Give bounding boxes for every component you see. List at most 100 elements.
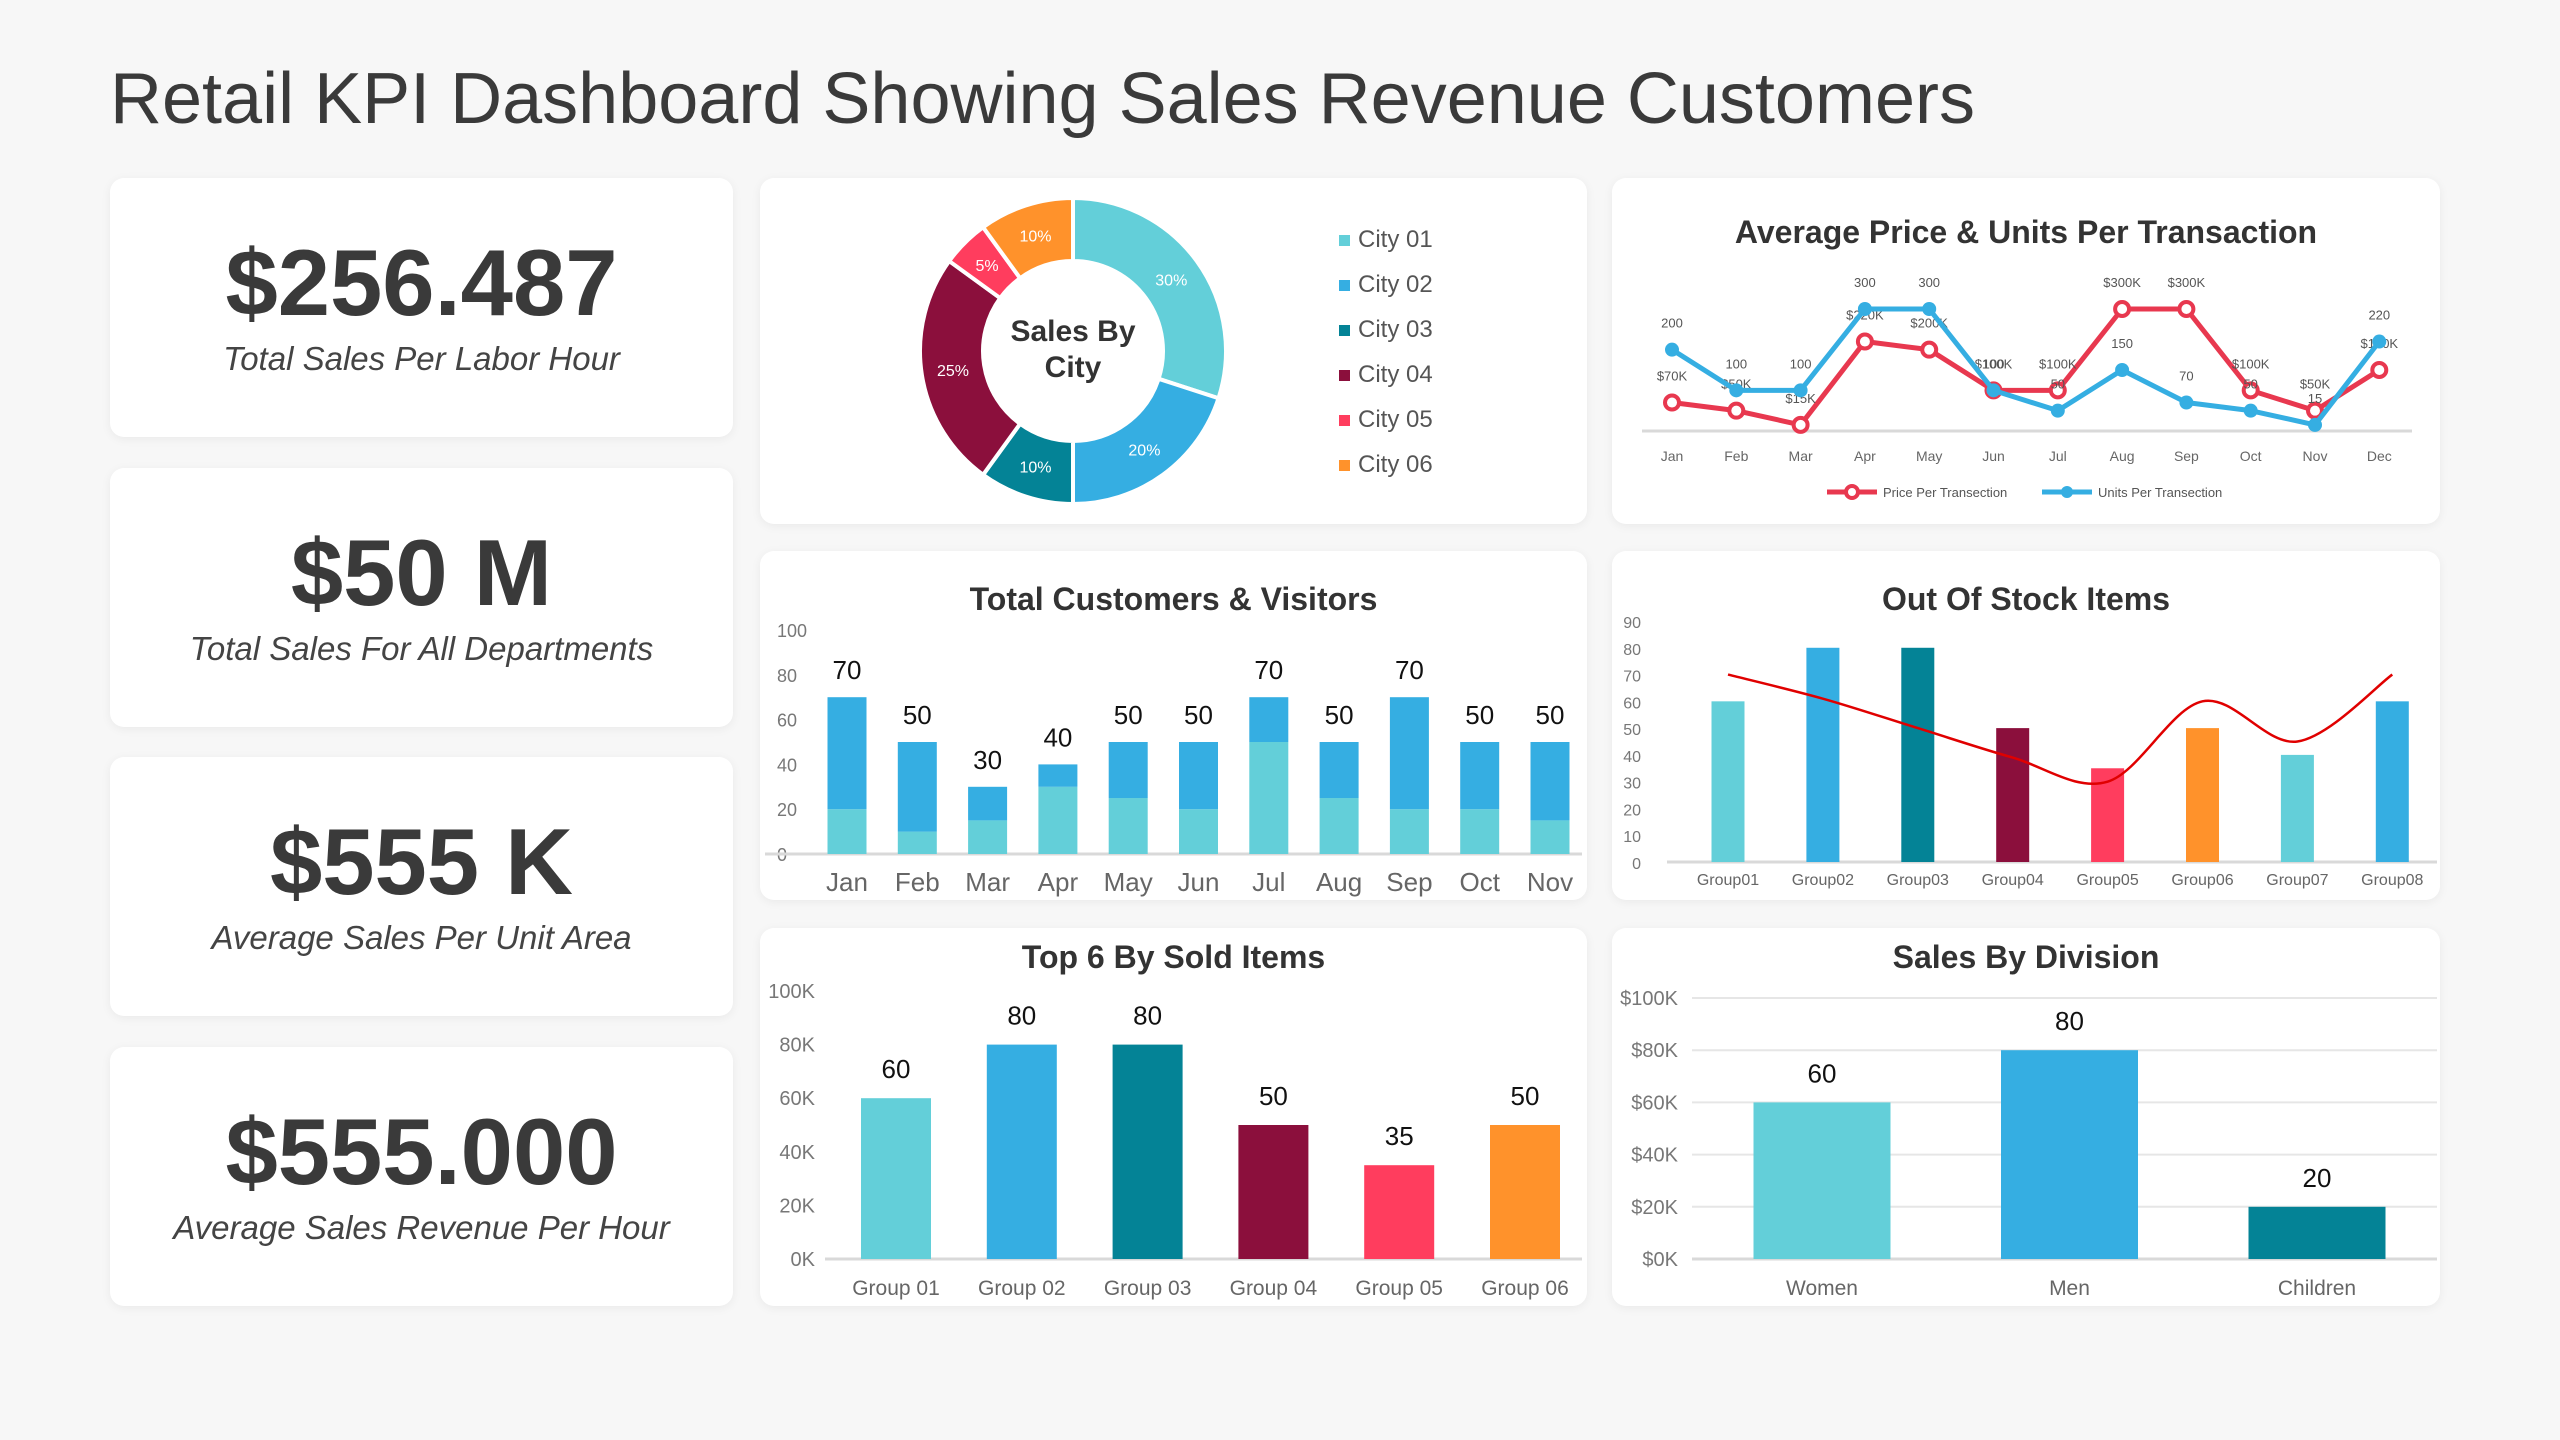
kpi-card-sales-per-unit-area: $555 K Average Sales Per Unit Area (110, 757, 733, 1016)
x-tick-label: Nov (2303, 448, 2328, 464)
bar-value-label: 60 (882, 1054, 911, 1084)
kpi-value: $256.487 (225, 230, 618, 335)
bar (861, 1098, 931, 1259)
units-marker (1922, 302, 1937, 316)
data-label: $50K (2300, 377, 2331, 392)
bar-value-label: 35 (1385, 1121, 1414, 1151)
price-marker (1791, 415, 1810, 434)
price-marker (1663, 393, 1681, 412)
bar-segment-2 (1108, 742, 1148, 798)
x-tick-label: Nov (1527, 867, 1573, 897)
y-tick-label: 90 (1623, 615, 1641, 632)
sales-by-division-card: Sales By Division $0K $20K $40K $60K $80K $10… (1612, 928, 2440, 1306)
bar-segment-1 (1179, 809, 1218, 854)
y-tick-label: $80K (1631, 1040, 1678, 1062)
y-tick-label: 0 (1632, 856, 1641, 873)
avg-price-units-card: Average Price & Units Per Transaction Ja… (1612, 178, 2440, 524)
x-tick-label: Aug (2110, 448, 2135, 464)
bar (1901, 647, 1935, 862)
bar (1238, 1125, 1309, 1259)
y-tick-label: 60K (779, 1088, 815, 1110)
x-tick-label: Jul (2049, 448, 2067, 464)
slice-label: 20% (1128, 442, 1160, 459)
y-tick-label: 20 (1623, 802, 1641, 819)
x-tick-label: Sep (1386, 867, 1432, 897)
y-tick-label: $60K (1631, 1092, 1678, 1114)
bar (2248, 1206, 2386, 1259)
bar (1806, 647, 1840, 862)
legend-swatch (1339, 280, 1350, 291)
data-label: $300K (2168, 275, 2206, 290)
x-tick-label: Apr (1038, 867, 1079, 897)
donut-center-title-line2: City (1045, 351, 1102, 384)
units-marker (2243, 403, 2258, 418)
bar-total-label: 70 (833, 655, 862, 685)
units-marker (1986, 383, 2001, 398)
x-tick-label: Jan (1661, 448, 1684, 464)
units-marker (1729, 383, 1744, 398)
units-marker (2308, 417, 2322, 432)
avg-price-units-line-chart: Jan Feb Mar Apr May Jun Jul Aug Sep Oct Nov Dec $70K… (1642, 275, 2412, 500)
y-tick-label: 80 (1623, 642, 1641, 659)
legend-swatch (1339, 370, 1350, 381)
bar (2001, 1050, 2138, 1259)
bar-segment-2 (1530, 742, 1570, 821)
x-tick-label: Apr (1854, 448, 1876, 464)
x-tick-label: Group 06 (1481, 1277, 1569, 1300)
kpi-card-total-sales: $50 M Total Sales For All Departments (110, 468, 733, 727)
x-tick-label: Group 02 (978, 1277, 1066, 1300)
data-label: $100K (2039, 356, 2077, 371)
data-label: 220 (2368, 308, 2390, 323)
x-tick-label: Group01 (1697, 872, 1759, 889)
legend-swatch (1339, 415, 1350, 426)
series-line-1 (1671, 306, 2381, 428)
kpi-label: Total Sales For All Departments (189, 630, 654, 667)
bar-segment-2 (1389, 697, 1429, 810)
top-6-sold-items-card: Top 6 By Sold Items 0K 20K 40K 60K 80K 100K 60… (760, 928, 1587, 1306)
bar-value-label: 50 (1511, 1081, 1540, 1111)
x-tick-label: Group07 (2266, 872, 2328, 889)
page-title: Retail KPI Dashboard Showing Sales Reven… (110, 59, 1975, 139)
legend-swatch (1339, 325, 1350, 336)
out-of-stock-bar-chart: 0 10 20 30 40 50 60 70 80 90 Group01 Group02 Group03… (1623, 615, 2437, 889)
slice-label: 30% (1155, 273, 1187, 290)
slice-label: 10% (1019, 228, 1051, 245)
slice-label: 5% (976, 258, 999, 275)
x-tick-label: Aug (1316, 867, 1362, 897)
bar (986, 1044, 1057, 1259)
data-label: 150 (2111, 336, 2133, 351)
y-tick-label: $0K (1642, 1249, 1678, 1271)
kpi-card-revenue-per-hour: $555.000 Average Sales Revenue Per Hour (110, 1047, 733, 1306)
price-marker (1855, 332, 1874, 351)
customers-visitors-bar-chart: 02040608010070Jan50Feb30Mar40Apr50May50J… (765, 621, 1582, 897)
bar-value-label: 80 (2055, 1006, 2084, 1036)
x-tick-label: Mar (965, 867, 1010, 897)
units-marker (1793, 383, 1808, 398)
slice-label: 10% (1019, 460, 1051, 477)
bar-total-label: 50 (1465, 700, 1494, 730)
data-label: $300K (2103, 275, 2141, 290)
bar-total-label: 50 (1184, 700, 1213, 730)
bar-value-label: 60 (1808, 1058, 1837, 1088)
units-marker (2179, 395, 2194, 410)
kpi-value: $555.000 (225, 1099, 618, 1204)
x-tick-label: Men (2049, 1277, 2090, 1300)
kpi-label: Average Sales Revenue Per Hour (173, 1209, 670, 1246)
legend-item: City 02 (1358, 271, 1433, 298)
data-label: 15 (2308, 391, 2322, 406)
legend-item: City 04 (1358, 361, 1433, 388)
bar (1112, 1044, 1183, 1259)
bar-segment-2 (1179, 742, 1218, 810)
units-marker (2115, 363, 2130, 377)
bar-total-label: 50 (1536, 700, 1565, 730)
data-label: $70K (1657, 369, 1688, 384)
legend-item: City 03 (1358, 316, 1433, 343)
slice-label: 25% (937, 363, 969, 380)
y-tick-label: 20K (779, 1195, 815, 1217)
x-tick-label: Jun (1178, 867, 1220, 897)
x-tick-label: May (1104, 867, 1153, 897)
y-tick-label: 10 (1623, 829, 1641, 846)
y-tick-label: 50 (1623, 722, 1641, 739)
bar-segment-1 (827, 809, 867, 854)
legend-marker (2061, 486, 2073, 498)
